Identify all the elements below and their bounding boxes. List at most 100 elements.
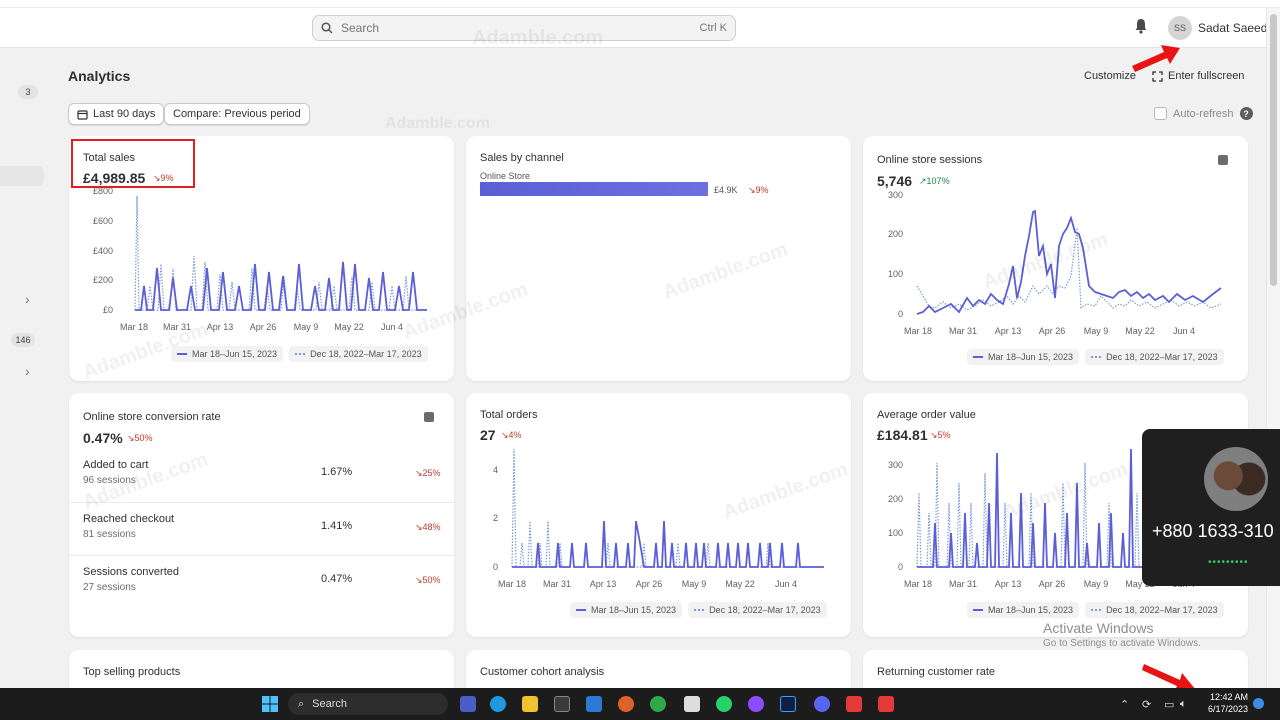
photoshop-icon[interactable] — [780, 696, 796, 712]
y-tick: 300 — [888, 460, 903, 470]
annotation-arrow-icon — [1132, 45, 1180, 72]
date-range-button[interactable]: Last 90 days — [68, 103, 165, 125]
chevron-right-icon[interactable]: › — [25, 291, 30, 307]
y-tick: 0 — [493, 562, 498, 572]
help-icon[interactable]: ? — [1239, 107, 1253, 120]
funnel-change: ↘48% — [415, 522, 441, 532]
user-name[interactable]: Sadat Saeed — [1198, 21, 1267, 35]
x-tick: Apr 26 — [1039, 326, 1066, 336]
taskbar-clock[interactable]: 12:42 AM 6/17/2023 — [1198, 691, 1248, 715]
anydesk-icon[interactable] — [878, 696, 894, 712]
sales-by-channel-card[interactable]: Sales by channel Online Store £4.9K ↘9% — [466, 136, 851, 381]
highlight-box — [71, 139, 195, 188]
call-popup[interactable]: +880 1633-310 ••••••••• — [1142, 429, 1280, 586]
funnel-change: ↘50% — [415, 575, 441, 585]
legend-previous[interactable]: Dec 18, 2022–Mar 17, 2023 — [1085, 602, 1224, 618]
store-icon[interactable] — [554, 696, 570, 712]
network-icon[interactable]: ▭ — [1164, 698, 1174, 711]
x-tick: Apr 13 — [590, 579, 617, 589]
search-icon: ⌕ — [298, 697, 305, 710]
card-title: Top selling products — [83, 666, 181, 678]
funnel-change: ↘25% — [415, 468, 441, 478]
total-orders-card[interactable]: Total orders 27 ↘4% 4 2 0 Mar 18 Mar 31 … — [466, 393, 851, 637]
legend-current-label: Mar 18–Jun 15, 2023 — [591, 605, 677, 615]
legend-previous[interactable]: Dec 18, 2022–Mar 17, 2023 — [289, 346, 428, 362]
legend-previous[interactable]: Dec 18, 2022–Mar 17, 2023 — [1085, 349, 1224, 365]
y-tick: 300 — [888, 190, 903, 200]
windows-start-icon[interactable] — [262, 696, 278, 712]
whatsapp-icon[interactable] — [716, 696, 732, 712]
chart-type-icon[interactable] — [424, 412, 434, 422]
legend-current-label: Mar 18–Jun 15, 2023 — [988, 352, 1074, 362]
card-title: Online store conversion rate — [83, 411, 221, 423]
x-tick: May 9 — [682, 579, 707, 589]
clock-date: 6/17/2023 — [1207, 704, 1248, 714]
messenger-icon[interactable] — [748, 696, 764, 712]
activate-windows-notice: Activate Windows Go to Settings to activ… — [1043, 620, 1201, 649]
legend-current[interactable]: Mar 18–Jun 15, 2023 — [171, 346, 284, 362]
funnel-row: Sessions converted 27 sessions 0.47% ↘50… — [69, 555, 454, 609]
auto-refresh-label: Auto-refresh — [1173, 107, 1234, 120]
x-tick: Apr 26 — [250, 322, 277, 332]
search-placeholder: Search — [341, 21, 380, 35]
funnel-label: Sessions converted — [83, 566, 179, 578]
y-tick: 100 — [888, 528, 903, 538]
x-tick: Mar 31 — [949, 326, 977, 336]
x-tick: May 22 — [1125, 326, 1155, 336]
page-scrollbar[interactable] — [1266, 8, 1280, 688]
anydesk-icon[interactable] — [846, 696, 862, 712]
sync-icon[interactable]: ⟳ — [1142, 698, 1151, 711]
auto-refresh-checkbox[interactable] — [1154, 107, 1167, 120]
y-tick: 0 — [898, 562, 903, 572]
x-tick: May 9 — [1084, 326, 1109, 336]
chevron-up-icon[interactable]: ⌃ — [1120, 698, 1129, 711]
phone-number: +880 1633-310 — [1152, 521, 1274, 541]
channel-bar[interactable] — [480, 182, 708, 196]
discord-icon[interactable] — [814, 696, 830, 712]
edge-icon[interactable] — [490, 696, 506, 712]
taskbar-search[interactable]: ⌕ Search — [288, 693, 448, 715]
search-input[interactable]: Search Ctrl K — [312, 15, 736, 41]
clock-time: 12:42 AM — [1209, 692, 1248, 702]
compare-button[interactable]: Compare: Previous period — [164, 103, 310, 125]
search-shortcut: Ctrl K — [699, 22, 728, 34]
conversion-rate-card[interactable]: Online store conversion rate 0.47% ↘50% … — [69, 393, 454, 637]
chart-legend: Mar 18–Jun 15, 2023 Dec 18, 2022–Mar 17,… — [570, 602, 827, 618]
channel-amount: £4.9K — [714, 185, 738, 195]
legend-previous-label: Dec 18, 2022–Mar 17, 2023 — [1106, 605, 1218, 615]
legend-current[interactable]: Mar 18–Jun 15, 2023 — [967, 602, 1080, 618]
chart-legend: Mar 18–Jun 15, 2023 Dec 18, 2022–Mar 17,… — [967, 349, 1224, 365]
legend-current[interactable]: Mar 18–Jun 15, 2023 — [570, 602, 683, 618]
x-tick: Mar 18 — [904, 326, 932, 336]
file-explorer-icon[interactable] — [522, 696, 538, 712]
legend-current[interactable]: Mar 18–Jun 15, 2023 — [967, 349, 1080, 365]
notification-icon[interactable] — [1253, 698, 1264, 709]
x-tick: Mar 18 — [904, 579, 932, 589]
calendar-icon — [77, 109, 88, 120]
auto-refresh-toggle[interactable]: Auto-refresh ? — [1154, 107, 1253, 120]
chrome-icon[interactable] — [650, 696, 666, 712]
y-tick: £0 — [103, 305, 113, 315]
funnel-rate: 0.47% — [321, 573, 353, 585]
firefox-icon[interactable] — [618, 696, 634, 712]
mail-icon[interactable] — [586, 696, 602, 712]
rail-active-item[interactable] — [0, 166, 44, 186]
avatar[interactable]: SS — [1168, 16, 1192, 40]
scrollbar-thumb[interactable] — [1270, 14, 1277, 286]
bell-icon[interactable] — [1134, 18, 1148, 34]
notepad-icon[interactable] — [684, 696, 700, 712]
chevron-right-icon[interactable]: › — [25, 363, 30, 379]
funnel-label: Added to cart — [83, 459, 149, 471]
calling-indicator: ••••••••• — [1208, 557, 1249, 568]
volume-icon[interactable]: 🔈︎ — [1180, 698, 1187, 711]
meet-icon[interactable] — [460, 696, 476, 712]
card-title: Customer cohort analysis — [480, 666, 605, 678]
legend-previous[interactable]: Dec 18, 2022–Mar 17, 2023 — [688, 602, 827, 618]
sessions-card[interactable]: Online store sessions 5,746 ↗107% 300 20… — [863, 136, 1248, 381]
y-tick: 4 — [493, 465, 498, 475]
y-tick: 2 — [493, 513, 498, 523]
x-tick: Jun 4 — [1173, 326, 1195, 336]
delta-value: 9% — [755, 185, 769, 195]
x-tick: Apr 13 — [995, 326, 1022, 336]
browser-strip — [0, 0, 1280, 8]
